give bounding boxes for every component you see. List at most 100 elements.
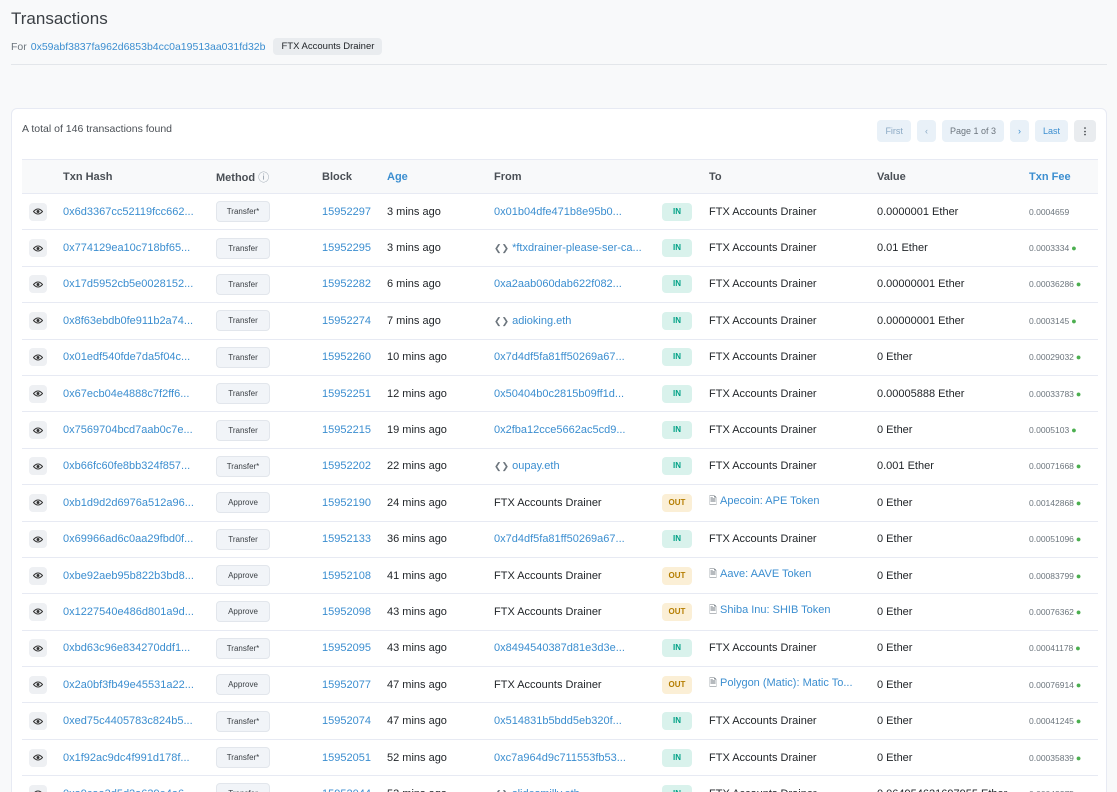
lightbulb-icon[interactable]: ●: [1071, 316, 1076, 326]
eye-icon[interactable]: [29, 202, 47, 221]
more-options-icon[interactable]: ⋮: [1074, 120, 1096, 142]
lightbulb-icon[interactable]: ●: [1076, 352, 1081, 362]
lightbulb-icon[interactable]: ●: [1076, 534, 1081, 544]
txn-hash-link[interactable]: 0xa9caa3d5d2a639e4a6...: [63, 788, 193, 792]
eye-icon[interactable]: [29, 602, 47, 621]
eye-icon[interactable]: [29, 311, 47, 330]
to-address-link[interactable]: 🗎 Aave: AAVE Token: [709, 568, 811, 580]
lightbulb-icon[interactable]: ●: [1075, 643, 1080, 653]
method-badge: Transfer: [216, 310, 270, 332]
block-link[interactable]: 15952282: [322, 278, 371, 290]
next-page-button[interactable]: ›: [1009, 120, 1029, 142]
txn-hash-link[interactable]: 0xed75c4405783c824b5...: [63, 715, 193, 727]
txn-hash-link[interactable]: 0x01edf540fde7da5f04c...: [63, 351, 190, 363]
eye-icon[interactable]: [29, 639, 47, 658]
txn-hash-link[interactable]: 0x6d3367cc52119fcc662...: [63, 206, 194, 218]
first-page-button[interactable]: First: [877, 120, 911, 142]
from-address-link[interactable]: 0x514831b5bdd5eb320f...: [494, 715, 622, 727]
txn-hash-link[interactable]: 0x17d5952cb5e0028152...: [63, 278, 193, 290]
eye-icon[interactable]: [29, 530, 47, 549]
block-link[interactable]: 15952108: [322, 570, 371, 582]
block-link[interactable]: 15952274: [322, 315, 371, 327]
to-cell: FTX Accounts Drainer: [709, 375, 877, 413]
block-link[interactable]: 15952295: [322, 242, 371, 254]
to-address-link[interactable]: 🗎 Polygon (Matic): Matic To...: [709, 677, 853, 689]
eye-icon[interactable]: [29, 348, 47, 367]
block-link[interactable]: 15952215: [322, 424, 371, 436]
from-address-link[interactable]: ❮❯ oupay.eth: [494, 460, 560, 472]
block-link[interactable]: 15952133: [322, 533, 371, 545]
lightbulb-icon[interactable]: ●: [1076, 753, 1081, 763]
txn-hash-link[interactable]: 0x1f92ac9dc4f991d178f...: [63, 752, 190, 764]
from-address-link[interactable]: 0x01b04dfe471b8e95b0...: [494, 206, 622, 218]
lightbulb-icon[interactable]: ●: [1071, 243, 1076, 253]
txn-hash-link[interactable]: 0xb1d9d2d6976a512a96...: [63, 497, 194, 509]
block-link[interactable]: 15952251: [322, 388, 371, 400]
eye-icon[interactable]: [29, 384, 47, 403]
prev-page-button[interactable]: ‹: [916, 120, 936, 142]
eye-icon[interactable]: [29, 712, 47, 731]
block-cell: 15952044: [322, 775, 387, 792]
from-address-link[interactable]: ❮❯ *ftxdrainer-please-ser-ca...: [494, 242, 642, 254]
block-link[interactable]: 15952190: [322, 497, 371, 509]
block-link[interactable]: 15952044: [322, 788, 371, 792]
eye-icon[interactable]: [29, 493, 47, 512]
lightbulb-icon[interactable]: ●: [1076, 461, 1081, 471]
block-link[interactable]: 15952202: [322, 460, 371, 472]
block-link[interactable]: 15952077: [322, 679, 371, 691]
eye-icon[interactable]: [29, 748, 47, 767]
from-address-link[interactable]: ❮❯ adioking.eth: [494, 315, 571, 327]
from-address-link[interactable]: 0xa2aab060dab622f082...: [494, 278, 622, 290]
address-link[interactable]: 0x59abf3837fa962d6853b4cc0a19513aa031fd3…: [31, 41, 266, 53]
txn-fee: 0.0004659: [1029, 206, 1070, 217]
eye-icon[interactable]: [29, 675, 47, 694]
block-link[interactable]: 15952297: [322, 206, 371, 218]
from-address-link[interactable]: 0x7d4df5fa81ff50269a67...: [494, 351, 625, 363]
lightbulb-icon[interactable]: ●: [1071, 425, 1076, 435]
col-txn-fee[interactable]: Txn Fee: [1029, 159, 1098, 194]
txn-hash-link[interactable]: 0x774129ea10c718bf65...: [63, 242, 190, 254]
block-link[interactable]: 15952260: [322, 351, 371, 363]
transactions-card: A total of 146 transactions found First …: [11, 108, 1107, 792]
col-age[interactable]: Age: [387, 159, 494, 194]
block-link[interactable]: 15952095: [322, 642, 371, 654]
txn-hash-link[interactable]: 0xbd63c96e834270ddf1...: [63, 642, 190, 654]
to-address-link[interactable]: 🗎 Apecoin: APE Token: [709, 495, 820, 507]
to-address-link[interactable]: 🗎 Shiba Inu: SHIB Token: [709, 604, 831, 616]
eye-icon[interactable]: [29, 421, 47, 440]
from-address-link[interactable]: 0x7d4df5fa81ff50269a67...: [494, 533, 625, 545]
table-row: 0x7569704bcd7aab0c7e... Transfer 1595221…: [22, 411, 1098, 449]
lightbulb-icon[interactable]: ●: [1076, 279, 1081, 289]
method-cell: Transfer: [216, 266, 322, 304]
txn-hash-link[interactable]: 0x7569704bcd7aab0c7e...: [63, 424, 193, 436]
eye-icon[interactable]: [29, 239, 47, 258]
block-link[interactable]: 15952098: [322, 606, 371, 618]
from-address-link[interactable]: 0xc7a964d9c711553fb53...: [494, 752, 626, 764]
from-address-link[interactable]: 0x2fba12cce5662ac5cd9...: [494, 424, 626, 436]
txn-hash-link[interactable]: 0x69966ad6c0aa29fbd0f...: [63, 533, 193, 545]
txn-hash-link[interactable]: 0x2a0bf3fb49e45531a22...: [63, 679, 194, 691]
txn-hash-link[interactable]: 0x1227540e486d801a9d...: [63, 606, 194, 618]
lightbulb-icon[interactable]: ●: [1076, 607, 1081, 617]
txn-hash-link[interactable]: 0xbe92aeb95b822b3bd8...: [63, 570, 194, 582]
from-address-link[interactable]: 0x50404b0c2815b09ff1d...: [494, 388, 624, 400]
info-icon[interactable]: ⓘ: [258, 172, 269, 184]
to-address: FTX Accounts Drainer: [709, 460, 817, 473]
eye-icon[interactable]: [29, 566, 47, 585]
txn-hash-link[interactable]: 0xb66fc60fe8bb324f857...: [63, 460, 190, 472]
lightbulb-icon[interactable]: ●: [1076, 716, 1081, 726]
from-address-link[interactable]: ❮❯slidesmilly.eth: [494, 788, 580, 792]
eye-icon[interactable]: [29, 784, 47, 792]
lightbulb-icon[interactable]: ●: [1076, 571, 1081, 581]
txn-hash-link[interactable]: 0x8f63ebdb0fe911b2a74...: [63, 315, 193, 327]
eye-icon[interactable]: [29, 275, 47, 294]
lightbulb-icon[interactable]: ●: [1076, 680, 1081, 690]
block-link[interactable]: 15952051: [322, 752, 371, 764]
block-link[interactable]: 15952074: [322, 715, 371, 727]
eye-icon[interactable]: [29, 457, 47, 476]
from-address-link[interactable]: 0x8494540387d81e3d3e...: [494, 642, 625, 654]
txn-hash-link[interactable]: 0x67ecb04e4888c7f2ff6...: [63, 388, 189, 400]
lightbulb-icon[interactable]: ●: [1076, 389, 1081, 399]
lightbulb-icon[interactable]: ●: [1076, 498, 1081, 508]
last-page-button[interactable]: Last: [1034, 120, 1068, 142]
